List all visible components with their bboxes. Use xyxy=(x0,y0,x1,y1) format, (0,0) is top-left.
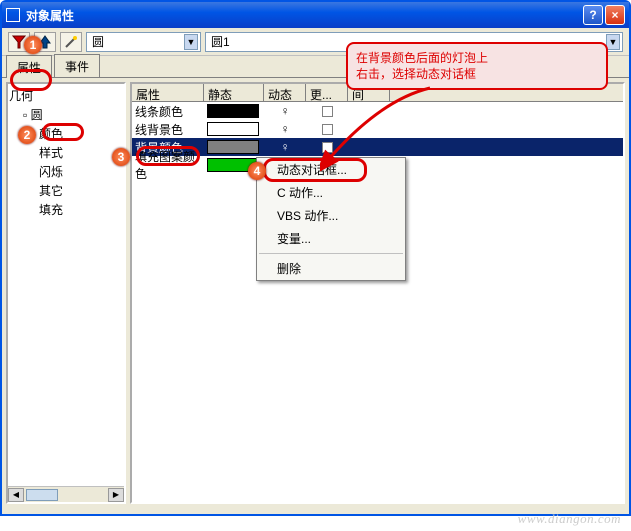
context-menu-separator xyxy=(259,253,403,254)
tree-node-fill[interactable]: 填充 xyxy=(9,200,123,219)
step-badge-1: 1 xyxy=(24,36,42,54)
close-button[interactable]: × xyxy=(605,5,625,25)
tree-horizontal-scrollbar[interactable]: ◀ ▶ xyxy=(8,486,124,502)
ctx-dynamic-dialog[interactable]: 动态对话框... xyxy=(257,158,405,181)
annotation-callout: 在背景颜色后面的灯泡上 右击，选择动态对话框 xyxy=(346,42,608,90)
chevron-down-icon[interactable]: ▼ xyxy=(606,34,620,50)
context-menu: 动态对话框... C 动作... VBS 动作... 变量... 删除 xyxy=(256,157,406,281)
tree-node-style[interactable]: 样式 xyxy=(9,143,123,162)
bulb-icon[interactable]: ♀ xyxy=(281,122,290,136)
help-button[interactable]: ? xyxy=(583,5,603,25)
grid-header-more: 更... xyxy=(306,84,348,101)
scroll-thumb[interactable] xyxy=(26,489,58,501)
ctx-variable[interactable]: 变量... xyxy=(257,227,405,250)
color-swatch[interactable] xyxy=(207,140,259,154)
chevron-down-icon[interactable]: ▼ xyxy=(184,34,198,50)
step-badge-3: 3 xyxy=(112,148,130,166)
ctx-delete[interactable]: 删除 xyxy=(257,257,405,280)
checkbox[interactable] xyxy=(322,124,333,135)
tool-button-3[interactable] xyxy=(60,32,82,52)
titlebar[interactable]: 对象属性 ? × xyxy=(2,2,629,28)
tree-node-other[interactable]: 其它 xyxy=(9,181,123,200)
callout-line1: 在背景颜色后面的灯泡上 xyxy=(356,50,598,66)
ctx-c-action[interactable]: C 动作... xyxy=(257,181,405,204)
scroll-left-icon[interactable]: ◀ xyxy=(8,488,24,502)
checkbox[interactable] xyxy=(322,142,333,153)
app-icon xyxy=(6,8,20,22)
color-swatch[interactable] xyxy=(207,104,259,118)
watermark: www.diangon.com xyxy=(518,511,621,527)
tree-node-blink[interactable]: 闪烁 xyxy=(9,162,123,181)
tab-properties[interactable]: 属性 xyxy=(6,55,52,78)
tree-pane: 几何 ▫ 圆 颜色 样式 闪烁 其它 填充 ◀ ▶ xyxy=(6,82,126,504)
object-type-dropdown[interactable]: 圆 ▼ xyxy=(86,32,201,52)
grid-row[interactable]: 线条颜色 ♀ xyxy=(132,102,623,120)
color-swatch[interactable] xyxy=(207,122,259,136)
wand-icon xyxy=(64,35,78,49)
window-title: 对象属性 xyxy=(26,7,74,24)
callout-line2: 右击，选择动态对话框 xyxy=(356,66,598,82)
checkbox[interactable] xyxy=(322,106,333,117)
tree[interactable]: 几何 ▫ 圆 颜色 样式 闪烁 其它 填充 xyxy=(8,84,124,486)
grid-row[interactable]: 线背景色 ♀ xyxy=(132,120,623,138)
grid-header-static: 静态 xyxy=(204,84,264,101)
grid-row-selected[interactable]: 背景颜色 ♀ xyxy=(132,138,623,156)
tree-node-group[interactable]: ▫ 圆 xyxy=(9,105,123,124)
dropdown1-text: 圆 xyxy=(89,33,184,50)
step-badge-2: 2 xyxy=(18,126,36,144)
main-area: 几何 ▫ 圆 颜色 样式 闪烁 其它 填充 ◀ ▶ 属性 静态 动态 更... xyxy=(2,78,629,508)
grid-header-dynamic: 动态 xyxy=(264,84,306,101)
grid-header-attr: 属性 xyxy=(132,84,204,101)
bulb-icon[interactable]: ♀ xyxy=(281,104,290,118)
tab-events[interactable]: 事件 xyxy=(54,54,100,77)
properties-grid: 属性 静态 动态 更... 间 线条颜色 ♀ 线背景色 ♀ 背 xyxy=(130,82,625,504)
tree-node-root[interactable]: 几何 xyxy=(9,86,123,105)
step-badge-4: 4 xyxy=(248,162,266,180)
scroll-right-icon[interactable]: ▶ xyxy=(108,488,124,502)
bulb-icon[interactable]: ♀ xyxy=(281,140,290,154)
ctx-vbs-action[interactable]: VBS 动作... xyxy=(257,204,405,227)
